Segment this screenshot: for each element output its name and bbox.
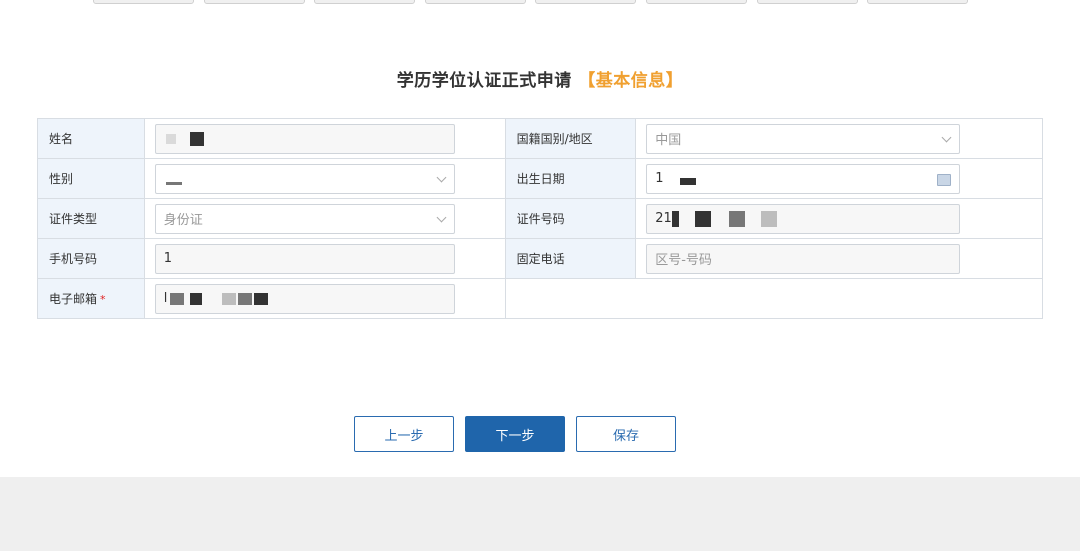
step-tab[interactable] (204, 0, 305, 4)
step-tab[interactable] (425, 0, 526, 4)
name-label: 姓名 (37, 118, 145, 159)
nationality-select[interactable]: 中国 (646, 123, 961, 154)
next-step-button[interactable]: 下一步 (465, 416, 565, 452)
empty-cell (504, 278, 1044, 319)
birthdate-label: 出生日期 (504, 158, 637, 199)
name-field[interactable] (154, 123, 455, 154)
form-row: 证件类型 身份证 证件号码 21 (37, 198, 1043, 239)
id-number-label: 证件号码 (504, 198, 637, 239)
page-title: 学历学位认证正式申请 【基本信息】 (0, 66, 1080, 91)
chevron-down-icon (436, 172, 447, 182)
redaction-mark (694, 210, 711, 227)
id-number-value: 21 (655, 211, 672, 226)
step-tab[interactable] (93, 0, 194, 4)
nationality-label: 国籍国别/地区 (504, 118, 637, 159)
redaction-mark (165, 133, 176, 144)
redaction-mark (189, 131, 204, 146)
prev-step-button[interactable]: 上一步 (354, 416, 454, 452)
email-label: 电子邮箱 * (37, 278, 145, 319)
page-title-main: 学历学位认证正式申请 (396, 71, 572, 91)
redaction-mark (238, 292, 253, 305)
step-tab[interactable] (646, 0, 747, 4)
page-title-section: 【基本信息】 (578, 71, 684, 91)
redaction-mark (222, 292, 237, 305)
redaction-mark (165, 182, 182, 185)
id-type-select[interactable]: 身份证 (154, 203, 455, 234)
step-tabs (0, 0, 1080, 4)
gender-label: 性别 (37, 158, 145, 199)
mobile-label: 手机号码 (37, 238, 145, 279)
gender-select[interactable] (154, 163, 455, 194)
basic-info-form: 姓名 国籍国别/地区 中国 性别 出生日期 1 证件类型 身份证 证件号码 21… (37, 118, 1044, 319)
chevron-down-icon (436, 212, 447, 222)
email-field[interactable]: l (154, 283, 455, 314)
footer (0, 477, 1080, 551)
redaction-mark (170, 292, 185, 305)
birthdate-value: 1 (655, 171, 664, 186)
redaction-mark (728, 210, 745, 227)
birthdate-field[interactable]: 1 (646, 163, 961, 194)
email-value: l (163, 291, 168, 306)
nationality-value: 中国 (655, 133, 682, 148)
step-tab[interactable] (757, 0, 858, 4)
id-type-value: 身份证 (163, 213, 203, 228)
calendar-icon[interactable] (937, 173, 952, 186)
redaction-mark (760, 210, 777, 227)
mobile-value: 1 (163, 251, 172, 266)
email-label-text: 电子邮箱 (49, 292, 98, 306)
redaction-mark (254, 292, 269, 305)
form-row: 电子邮箱 * l (37, 278, 1044, 319)
landline-label: 固定电话 (504, 238, 637, 279)
id-number-field[interactable]: 21 (646, 203, 961, 234)
mobile-field[interactable]: 1 (154, 243, 455, 274)
form-row: 性别 出生日期 1 (37, 158, 1043, 199)
id-type-label: 证件类型 (37, 198, 145, 239)
step-tab[interactable] (867, 0, 968, 4)
landline-placeholder: 区号-号码 (655, 253, 712, 268)
form-row: 姓名 国籍国别/地区 中国 (37, 118, 1043, 159)
form-row: 手机号码 1 固定电话 区号-号码 (37, 238, 1043, 279)
redaction-mark (671, 210, 679, 227)
chevron-down-icon (941, 132, 952, 142)
step-tab[interactable] (535, 0, 636, 4)
redaction-mark (190, 292, 203, 305)
required-mark: * (100, 293, 106, 306)
landline-field[interactable]: 区号-号码 (646, 243, 961, 274)
save-button[interactable]: 保存 (576, 416, 676, 452)
step-tab[interactable] (314, 0, 415, 4)
redaction-mark (679, 178, 696, 185)
